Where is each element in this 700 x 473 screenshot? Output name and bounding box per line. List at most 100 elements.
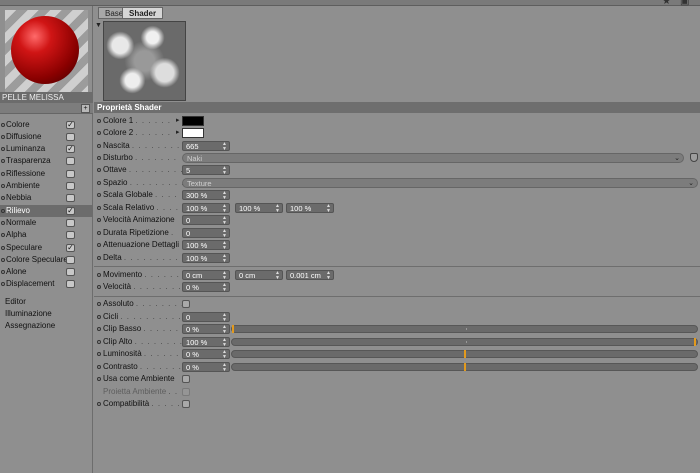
plus-icon[interactable]: + bbox=[81, 104, 90, 113]
keyframe-dot[interactable] bbox=[97, 144, 101, 148]
keyframe-dot[interactable] bbox=[97, 340, 101, 344]
keyframe-dot[interactable] bbox=[97, 365, 101, 369]
triangle-right-icon[interactable]: ▸ bbox=[176, 115, 180, 127]
noise-lock-icon[interactable] bbox=[690, 153, 698, 162]
nascita-label: Nascita . . . . . . . . bbox=[103, 141, 181, 150]
keyframe-dot[interactable] bbox=[97, 352, 101, 356]
keyframe-dot[interactable] bbox=[97, 168, 101, 172]
channel-checkbox[interactable] bbox=[66, 219, 75, 227]
keyframe-dot[interactable] bbox=[97, 377, 101, 381]
spazio-dropdown[interactable]: Texture ⌄ bbox=[182, 178, 698, 188]
channel-checkbox[interactable] bbox=[66, 194, 75, 202]
cicli-field[interactable]: 0 ▲ ▼ bbox=[182, 312, 230, 323]
slider-handle[interactable] bbox=[463, 363, 466, 371]
nascita-field[interactable]: 665 ▲ ▼ bbox=[182, 141, 230, 152]
slider-handle[interactable] bbox=[694, 338, 696, 346]
clip-alto-slider[interactable] bbox=[231, 338, 698, 346]
channel-item[interactable]: Colore ✓ bbox=[0, 119, 93, 131]
keyframe-dot[interactable] bbox=[97, 402, 101, 406]
channel-checkbox[interactable]: ✓ bbox=[66, 207, 75, 215]
channel-item[interactable]: Rilievo ✓ bbox=[0, 205, 93, 217]
triangle-down-icon[interactable]: ▼ bbox=[95, 22, 102, 29]
channel-checkbox[interactable]: ✓ bbox=[66, 121, 75, 129]
movimento-x-field[interactable]: 0 cm ▲ ▼ bbox=[182, 270, 230, 281]
keyframe-dot[interactable] bbox=[97, 206, 101, 210]
channel-item[interactable]: Normale bbox=[0, 217, 93, 229]
keyframe-dot[interactable] bbox=[97, 273, 101, 277]
assoluto-checkbox[interactable] bbox=[182, 300, 190, 308]
clip-basso-field[interactable]: 0 % ▲ ▼ bbox=[182, 324, 230, 335]
movimento-z-field[interactable]: 0.001 cm ▲ ▼ bbox=[286, 270, 334, 281]
delta-field[interactable]: 100 % ▲ ▼ bbox=[182, 253, 230, 264]
luminosita-field[interactable]: 0 % ▲ ▼ bbox=[182, 349, 230, 360]
velocita-animazione-field[interactable]: 0 ▲ ▼ bbox=[182, 215, 230, 226]
keyframe-dot[interactable] bbox=[97, 119, 101, 123]
channel-checkbox[interactable] bbox=[66, 157, 75, 165]
channel-item[interactable]: Trasparenza bbox=[0, 155, 93, 167]
channel-item[interactable]: Alpha bbox=[0, 229, 93, 241]
scala-globale-field[interactable]: 300 % ▲ ▼ bbox=[182, 190, 230, 201]
keyframe-dot[interactable] bbox=[97, 256, 101, 260]
channel-item[interactable]: Luminanza ✓ bbox=[0, 143, 93, 155]
channel-label: Colore Speculare bbox=[6, 255, 68, 264]
clip-basso-slider[interactable] bbox=[231, 325, 698, 333]
contrasto-slider[interactable] bbox=[231, 363, 698, 371]
ottave-field[interactable]: 5 ▲ ▼ bbox=[182, 165, 230, 176]
scala-relativo-y-field[interactable]: 100 % ▲ ▼ bbox=[235, 203, 283, 214]
keyframe-dot[interactable] bbox=[97, 156, 101, 160]
keyframe-dot[interactable] bbox=[97, 302, 101, 306]
channel-item[interactable]: Riflessione bbox=[0, 168, 93, 180]
keyframe-dot[interactable] bbox=[97, 285, 101, 289]
keyframe-dot[interactable] bbox=[97, 327, 101, 331]
attenuazione-dettagli-field[interactable]: 100 % ▲ ▼ bbox=[182, 240, 230, 251]
keyframe-dot[interactable] bbox=[97, 131, 101, 135]
scala-relativo-z-field[interactable]: 100 % ▲ ▼ bbox=[286, 203, 334, 214]
channel-checkbox[interactable] bbox=[66, 231, 75, 239]
channel-checkbox[interactable] bbox=[66, 268, 75, 276]
velocita-field[interactable]: 0 % ▲ ▼ bbox=[182, 282, 230, 293]
material-name[interactable]: PELLE MELISSA bbox=[0, 92, 93, 103]
row-ottave: Ottave . . . . . . . . . . 5 ▲ ▼ bbox=[94, 164, 700, 176]
slider-handle[interactable] bbox=[463, 350, 466, 358]
channel-item[interactable]: Colore Speculare bbox=[0, 254, 93, 266]
material-extra-item[interactable]: Illuminazione bbox=[5, 308, 52, 320]
material-extra-item[interactable]: Assegnazione bbox=[5, 320, 55, 332]
row-scala-globale: Scala Globale . . . . 300 % ▲ ▼ bbox=[94, 189, 700, 201]
channel-checkbox[interactable] bbox=[66, 182, 75, 190]
keyframe-dot[interactable] bbox=[97, 315, 101, 319]
scala-relativo-x-field[interactable]: 100 % ▲ ▼ bbox=[182, 203, 230, 214]
material-preview[interactable] bbox=[5, 10, 88, 93]
colore2-swatch[interactable] bbox=[182, 128, 204, 138]
channel-checkbox[interactable] bbox=[66, 280, 75, 288]
triangle-right-icon[interactable]: ▸ bbox=[176, 127, 180, 139]
channel-item[interactable]: Alone bbox=[0, 266, 93, 278]
channel-checkbox[interactable]: ✓ bbox=[66, 145, 75, 153]
channel-item[interactable]: Speculare ✓ bbox=[0, 242, 93, 254]
colore1-swatch[interactable] bbox=[182, 116, 204, 126]
clip-alto-field[interactable]: 100 % ▲ ▼ bbox=[182, 337, 230, 348]
tab-shader[interactable]: Shader bbox=[122, 7, 164, 19]
channel-item[interactable]: Displacement bbox=[0, 278, 93, 290]
channel-item[interactable]: Ambiente bbox=[0, 180, 93, 192]
slider-handle[interactable] bbox=[232, 325, 234, 333]
keyframe-dot[interactable] bbox=[97, 231, 101, 235]
channel-checkbox[interactable] bbox=[66, 170, 75, 178]
luminosita-slider[interactable] bbox=[231, 350, 698, 358]
compatibilita-checkbox[interactable] bbox=[182, 400, 190, 408]
channel-checkbox[interactable] bbox=[66, 256, 75, 264]
channel-checkbox[interactable] bbox=[66, 133, 75, 141]
durata-ripetizione-field[interactable]: 0 ▲ ▼ bbox=[182, 228, 230, 239]
movimento-y-field[interactable]: 0 cm ▲ ▼ bbox=[235, 270, 283, 281]
channel-checkbox[interactable]: ✓ bbox=[66, 244, 75, 252]
material-extra-item[interactable]: Editor bbox=[5, 296, 26, 308]
disturbo-dropdown[interactable]: Naki ⌄ bbox=[182, 153, 684, 163]
keyframe-dot[interactable] bbox=[97, 218, 101, 222]
keyframe-dot[interactable] bbox=[97, 243, 101, 247]
usa-come-ambiente-checkbox[interactable] bbox=[182, 375, 190, 383]
ottave-label: Ottave . . . . . . . . . . bbox=[103, 165, 191, 174]
keyframe-dot[interactable] bbox=[97, 193, 101, 197]
channel-item[interactable]: Nebbia bbox=[0, 192, 93, 204]
channel-item[interactable]: Diffusione bbox=[0, 131, 93, 143]
keyframe-dot[interactable] bbox=[97, 181, 101, 185]
contrasto-field[interactable]: 0 % ▲ ▼ bbox=[182, 362, 230, 373]
